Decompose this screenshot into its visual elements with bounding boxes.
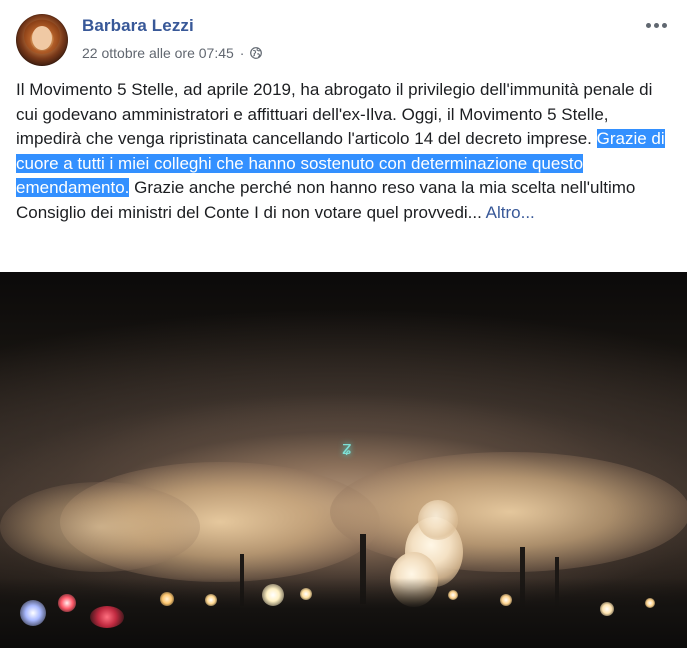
facebook-post: Barbara Lezzi 22 ottobre alle ore 07:45 … <box>0 0 687 648</box>
more-options-icon[interactable] <box>641 14 671 36</box>
author-name[interactable]: Barbara Lezzi <box>82 16 194 36</box>
post-header: Barbara Lezzi 22 ottobre alle ore 07:45 … <box>16 12 671 68</box>
globe-icon[interactable] <box>250 47 263 59</box>
post-text: Il Movimento 5 Stelle, ad aprile 2019, h… <box>16 78 676 225</box>
see-more-link[interactable]: Altro... <box>486 203 535 222</box>
meta-separator: · <box>239 45 245 61</box>
post-text-main: Il Movimento 5 Stelle, ad aprile 2019, h… <box>16 80 653 148</box>
post-meta: 22 ottobre alle ore 07:45 · <box>82 45 263 61</box>
night-industrial-photo[interactable]: ʑ <box>0 272 687 648</box>
post-timestamp[interactable]: 22 ottobre alle ore 07:45 <box>82 45 234 61</box>
avatar[interactable] <box>16 14 68 66</box>
